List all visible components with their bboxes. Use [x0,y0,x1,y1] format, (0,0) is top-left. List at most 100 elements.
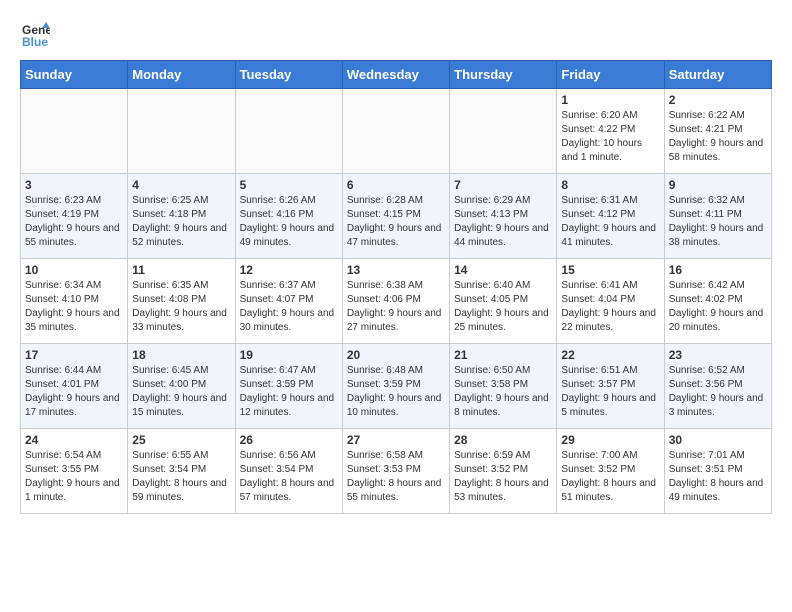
day-number: 20 [347,348,445,362]
calendar-cell: 5 Sunrise: 6:26 AM Sunset: 4:16 PM Daylig… [235,174,342,259]
weekday-header-tuesday: Tuesday [235,61,342,89]
calendar-cell [450,89,557,174]
day-number: 4 [132,178,230,192]
logo-icon: General Blue [20,20,50,50]
day-info: Sunrise: 6:35 AM Sunset: 4:08 PM Dayligh… [132,279,230,335]
day-number: 7 [454,178,552,192]
day-number: 14 [454,263,552,277]
day-number: 3 [25,178,123,192]
day-number: 16 [669,263,767,277]
day-number: 30 [669,433,767,447]
calendar-week-2: 3 Sunrise: 6:23 AM Sunset: 4:19 PM Daylig… [21,174,772,259]
day-info: Sunrise: 6:44 AM Sunset: 4:01 PM Dayligh… [25,364,123,420]
calendar-cell: 26 Sunrise: 6:56 AM Sunset: 3:54 PM Dayli… [235,429,342,514]
calendar-cell: 11Sunrise: 6:35 AM Sunset: 4:08 PM Dayli… [128,259,235,344]
day-info: Sunrise: 6:58 AM Sunset: 3:53 PM Dayligh… [347,449,445,505]
calendar-cell: 1 Sunrise: 6:20 AM Sunset: 4:22 PM Daylig… [557,89,664,174]
calendar-cell: 21Sunrise: 6:50 AM Sunset: 3:58 PM Dayli… [450,344,557,429]
weekday-header-saturday: Saturday [664,61,771,89]
calendar-cell [342,89,449,174]
day-info: Sunrise: 6:26 AM Sunset: 4:16 PM Dayligh… [240,194,338,250]
calendar-cell: 17 Sunrise: 6:44 AM Sunset: 4:01 PM Dayli… [21,344,128,429]
day-info: Sunrise: 6:47 AM Sunset: 3:59 PM Dayligh… [240,364,338,420]
calendar-cell: 29 Sunrise: 7:00 AM Sunset: 3:52 PM Dayli… [557,429,664,514]
day-info: Sunrise: 6:54 AM Sunset: 3:55 PM Dayligh… [25,449,123,505]
day-info: Sunrise: 6:37 AM Sunset: 4:07 PM Dayligh… [240,279,338,335]
calendar-cell: 6 Sunrise: 6:28 AM Sunset: 4:15 PM Daylig… [342,174,449,259]
calendar-cell: 23Sunrise: 6:52 AM Sunset: 3:56 PM Dayli… [664,344,771,429]
calendar-cell: 10 Sunrise: 6:34 AM Sunset: 4:10 PM Dayli… [21,259,128,344]
day-info: Sunrise: 6:48 AM Sunset: 3:59 PM Dayligh… [347,364,445,420]
calendar-cell: 19 Sunrise: 6:47 AM Sunset: 3:59 PM Dayli… [235,344,342,429]
calendar-cell: 14Sunrise: 6:40 AM Sunset: 4:05 PM Dayli… [450,259,557,344]
day-number: 19 [240,348,338,362]
day-number: 18 [132,348,230,362]
weekday-header-sunday: Sunday [21,61,128,89]
day-info: Sunrise: 6:20 AM Sunset: 4:22 PM Dayligh… [561,109,659,165]
calendar-cell [235,89,342,174]
day-number: 8 [561,178,659,192]
day-info: Sunrise: 6:32 AM Sunset: 4:11 PM Dayligh… [669,194,767,250]
calendar-cell: 28Sunrise: 6:59 AM Sunset: 3:52 PM Dayli… [450,429,557,514]
day-number: 6 [347,178,445,192]
day-info: Sunrise: 6:34 AM Sunset: 4:10 PM Dayligh… [25,279,123,335]
weekday-header-friday: Friday [557,61,664,89]
calendar-cell: 3 Sunrise: 6:23 AM Sunset: 4:19 PM Daylig… [21,174,128,259]
day-info: Sunrise: 6:45 AM Sunset: 4:00 PM Dayligh… [132,364,230,420]
day-number: 29 [561,433,659,447]
day-info: Sunrise: 6:28 AM Sunset: 4:15 PM Dayligh… [347,194,445,250]
calendar-table: SundayMondayTuesdayWednesdayThursdayFrid… [20,60,772,514]
weekday-header-monday: Monday [128,61,235,89]
day-info: Sunrise: 6:31 AM Sunset: 4:12 PM Dayligh… [561,194,659,250]
calendar-cell: 24 Sunrise: 6:54 AM Sunset: 3:55 PM Dayli… [21,429,128,514]
day-info: Sunrise: 6:56 AM Sunset: 3:54 PM Dayligh… [240,449,338,505]
calendar-week-3: 10 Sunrise: 6:34 AM Sunset: 4:10 PM Dayli… [21,259,772,344]
calendar-cell [21,89,128,174]
day-info: Sunrise: 6:50 AM Sunset: 3:58 PM Dayligh… [454,364,552,420]
day-number: 10 [25,263,123,277]
day-number: 13 [347,263,445,277]
day-info: Sunrise: 6:42 AM Sunset: 4:02 PM Dayligh… [669,279,767,335]
day-number: 12 [240,263,338,277]
day-info: Sunrise: 6:22 AM Sunset: 4:21 PM Dayligh… [669,109,767,165]
calendar-cell: 18 Sunrise: 6:45 AM Sunset: 4:00 PM Dayli… [128,344,235,429]
day-number: 24 [25,433,123,447]
day-info: Sunrise: 6:52 AM Sunset: 3:56 PM Dayligh… [669,364,767,420]
weekday-header-row: SundayMondayTuesdayWednesdayThursdayFrid… [21,61,772,89]
day-number: 9 [669,178,767,192]
day-number: 27 [347,433,445,447]
calendar-cell: 25Sunrise: 6:55 AM Sunset: 3:54 PM Dayli… [128,429,235,514]
calendar-cell: 4 Sunrise: 6:25 AM Sunset: 4:18 PM Daylig… [128,174,235,259]
calendar-week-1: 1 Sunrise: 6:20 AM Sunset: 4:22 PM Daylig… [21,89,772,174]
day-info: Sunrise: 6:51 AM Sunset: 3:57 PM Dayligh… [561,364,659,420]
day-info: Sunrise: 6:23 AM Sunset: 4:19 PM Dayligh… [25,194,123,250]
day-info: Sunrise: 6:38 AM Sunset: 4:06 PM Dayligh… [347,279,445,335]
day-number: 26 [240,433,338,447]
page-header: General Blue [20,20,772,50]
calendar-cell: 15Sunrise: 6:41 AM Sunset: 4:04 PM Dayli… [557,259,664,344]
calendar-cell [128,89,235,174]
day-info: Sunrise: 7:01 AM Sunset: 3:51 PM Dayligh… [669,449,767,505]
day-number: 5 [240,178,338,192]
day-number: 15 [561,263,659,277]
calendar-cell: 22 Sunrise: 6:51 AM Sunset: 3:57 PM Dayli… [557,344,664,429]
calendar-cell: 12 Sunrise: 6:37 AM Sunset: 4:07 PM Dayli… [235,259,342,344]
day-number: 25 [132,433,230,447]
day-number: 17 [25,348,123,362]
logo: General Blue [20,20,50,50]
calendar-cell: 8 Sunrise: 6:31 AM Sunset: 4:12 PM Daylig… [557,174,664,259]
day-number: 2 [669,93,767,107]
day-info: Sunrise: 7:00 AM Sunset: 3:52 PM Dayligh… [561,449,659,505]
calendar-cell: 27 Sunrise: 6:58 AM Sunset: 3:53 PM Dayli… [342,429,449,514]
calendar-cell: 13 Sunrise: 6:38 AM Sunset: 4:06 PM Dayli… [342,259,449,344]
calendar-cell: 9 Sunrise: 6:32 AM Sunset: 4:11 PM Daylig… [664,174,771,259]
calendar-cell: 16 Sunrise: 6:42 AM Sunset: 4:02 PM Dayli… [664,259,771,344]
calendar-week-5: 24 Sunrise: 6:54 AM Sunset: 3:55 PM Dayli… [21,429,772,514]
calendar-week-4: 17 Sunrise: 6:44 AM Sunset: 4:01 PM Dayli… [21,344,772,429]
day-number: 22 [561,348,659,362]
svg-text:Blue: Blue [22,35,48,49]
day-number: 1 [561,93,659,107]
weekday-header-thursday: Thursday [450,61,557,89]
day-info: Sunrise: 6:59 AM Sunset: 3:52 PM Dayligh… [454,449,552,505]
day-info: Sunrise: 6:25 AM Sunset: 4:18 PM Dayligh… [132,194,230,250]
